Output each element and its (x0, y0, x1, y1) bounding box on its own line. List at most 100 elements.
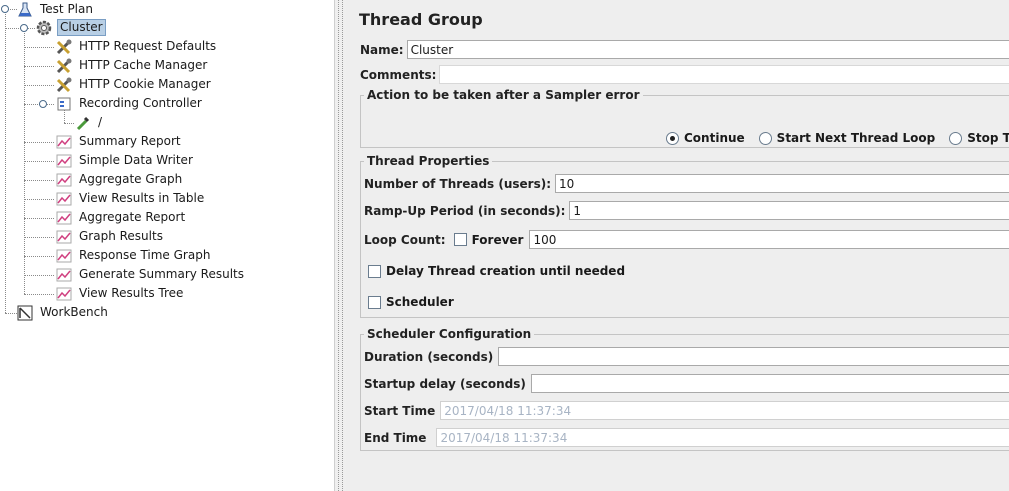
wrench-icon (55, 76, 73, 94)
tree-node-simple-data-writer[interactable]: Simple Data Writer (55, 151, 195, 170)
group-legend: Scheduler Configuration (367, 327, 532, 341)
checkbox-label: Forever (471, 232, 524, 247)
test-plan-tree[interactable]: Test Plan Cluster HTTP Request Defaults … (0, 0, 334, 491)
tree-node-summary-report[interactable]: Summary Report (55, 132, 183, 151)
graph-icon (55, 209, 73, 227)
tree-label: HTTP Cookie Manager (79, 77, 211, 91)
end-time-label: End Time (364, 430, 427, 445)
controller-icon (55, 95, 73, 113)
startup-delay-row: Startup delay (seconds) (364, 374, 1009, 393)
scheduler-checkbox[interactable]: Scheduler (368, 295, 454, 309)
tree-node-http-cache-manager[interactable]: HTTP Cache Manager (55, 56, 209, 75)
tree-label: Graph Results (79, 229, 163, 243)
group-legend: Action to be taken after a Sampler error (367, 88, 640, 102)
tree-label: Simple Data Writer (79, 153, 193, 167)
threads-field[interactable] (555, 174, 1009, 193)
tree-connector (5, 9, 6, 313)
start-time-field[interactable] (440, 401, 1009, 420)
tree-connector (24, 294, 54, 295)
comments-field[interactable] (439, 65, 1009, 84)
tree-expander[interactable] (39, 100, 47, 108)
forever-checkbox[interactable]: Forever (453, 232, 524, 247)
tree-connector (64, 123, 74, 124)
graph-icon (55, 228, 73, 246)
wrench-icon (55, 57, 73, 75)
start-time-label: Start Time (364, 403, 436, 418)
tree-node-test-plan[interactable]: Test Plan (16, 0, 95, 19)
tree-connector (24, 237, 54, 238)
tree-connector (24, 256, 54, 257)
tree-node-sampler-root[interactable]: / (74, 113, 104, 132)
tree-expander[interactable] (1, 5, 9, 13)
tree-label: Summary Report (79, 134, 181, 148)
thread-group-panel: Thread Group Name: Comments: Action to b… (346, 0, 1009, 491)
flask-icon (16, 1, 34, 19)
tree-connector (24, 180, 54, 181)
tree-node-cluster[interactable]: Cluster (35, 18, 106, 37)
radio-label: Continue (684, 131, 745, 145)
tree-label: Response Time Graph (79, 248, 211, 262)
end-time-row: End Time (364, 428, 1009, 447)
stop-thread-radio[interactable]: Stop Thread (949, 131, 1009, 145)
duration-field[interactable] (498, 347, 1009, 366)
tree-connector (24, 66, 54, 67)
duration-row: Duration (seconds) (364, 347, 1009, 366)
comments-label: Comments: (360, 67, 437, 82)
tree-node-http-request-defaults[interactable]: HTTP Request Defaults (55, 37, 218, 56)
checkbox-label: Scheduler (386, 295, 454, 309)
tree-node-recording-controller[interactable]: Recording Controller (55, 94, 204, 113)
tree-node-response-time-graph[interactable]: Response Time Graph (55, 246, 212, 265)
graph-icon (55, 133, 73, 151)
tree-connector (24, 85, 54, 86)
tree-label: HTTP Cache Manager (79, 58, 208, 72)
continue-radio[interactable]: Continue (666, 131, 745, 145)
tree-label: WorkBench (40, 305, 108, 319)
graph-icon (55, 266, 73, 284)
group-legend: Thread Properties (367, 154, 490, 168)
tree-connector (24, 218, 54, 219)
tree-node-http-cookie-manager[interactable]: HTTP Cookie Manager (55, 75, 213, 94)
radio-label: Start Next Thread Loop (776, 131, 936, 145)
radio-icon (949, 131, 963, 145)
pipette-icon (74, 114, 92, 132)
checkbox-icon (453, 233, 467, 246)
tree-label: / (98, 115, 103, 129)
tree-expander[interactable] (20, 24, 28, 32)
page-title: Thread Group (359, 10, 483, 29)
graph-icon (55, 190, 73, 208)
tree-connector (24, 142, 54, 143)
tree-label: Test Plan (40, 2, 93, 16)
rampup-row: Ramp-Up Period (in seconds): (364, 201, 1009, 220)
tree-node-aggregate-report[interactable]: Aggregate Report (55, 208, 187, 227)
delay-thread-creation-checkbox[interactable]: Delay Thread creation until needed (368, 264, 625, 278)
start-next-thread-loop-radio[interactable]: Start Next Thread Loop (758, 131, 936, 145)
threads-row: Number of Threads (users): (364, 174, 1009, 193)
checkbox-icon (368, 264, 381, 278)
startup-delay-field[interactable] (530, 374, 1009, 393)
duration-label: Duration (seconds) (364, 349, 494, 364)
name-field[interactable] (406, 40, 1009, 59)
tree-node-graph-results[interactable]: Graph Results (55, 227, 165, 246)
radio-icon (758, 131, 772, 145)
tree-connector (24, 161, 54, 162)
tree-node-workbench[interactable]: WorkBench (16, 303, 110, 322)
tree-node-generate-summary-results[interactable]: Generate Summary Results (55, 265, 246, 284)
radio-label: Stop Thread (967, 131, 1009, 145)
startup-delay-label: Startup delay (seconds) (364, 376, 526, 391)
loop-label: Loop Count: (364, 232, 446, 247)
graph-icon (55, 285, 73, 303)
tree-label: Aggregate Report (79, 210, 186, 224)
start-time-row: Start Time (364, 401, 1009, 420)
tree-label: View Results in Table (79, 191, 205, 205)
tree-node-view-results-in-table[interactable]: View Results in Table (55, 189, 206, 208)
tree-label: Generate Summary Results (79, 267, 244, 281)
tree-node-aggregate-graph[interactable]: Aggregate Graph (55, 170, 184, 189)
checkbox-label: Delay Thread creation until needed (386, 264, 626, 278)
divider-grip (338, 0, 340, 491)
gear-icon (35, 19, 53, 37)
tree-node-view-results-tree[interactable]: View Results Tree (55, 284, 185, 303)
end-time-field[interactable] (436, 428, 1009, 447)
name-label: Name: (360, 42, 404, 57)
rampup-field[interactable] (569, 201, 1009, 220)
loop-count-field[interactable] (529, 230, 1009, 249)
